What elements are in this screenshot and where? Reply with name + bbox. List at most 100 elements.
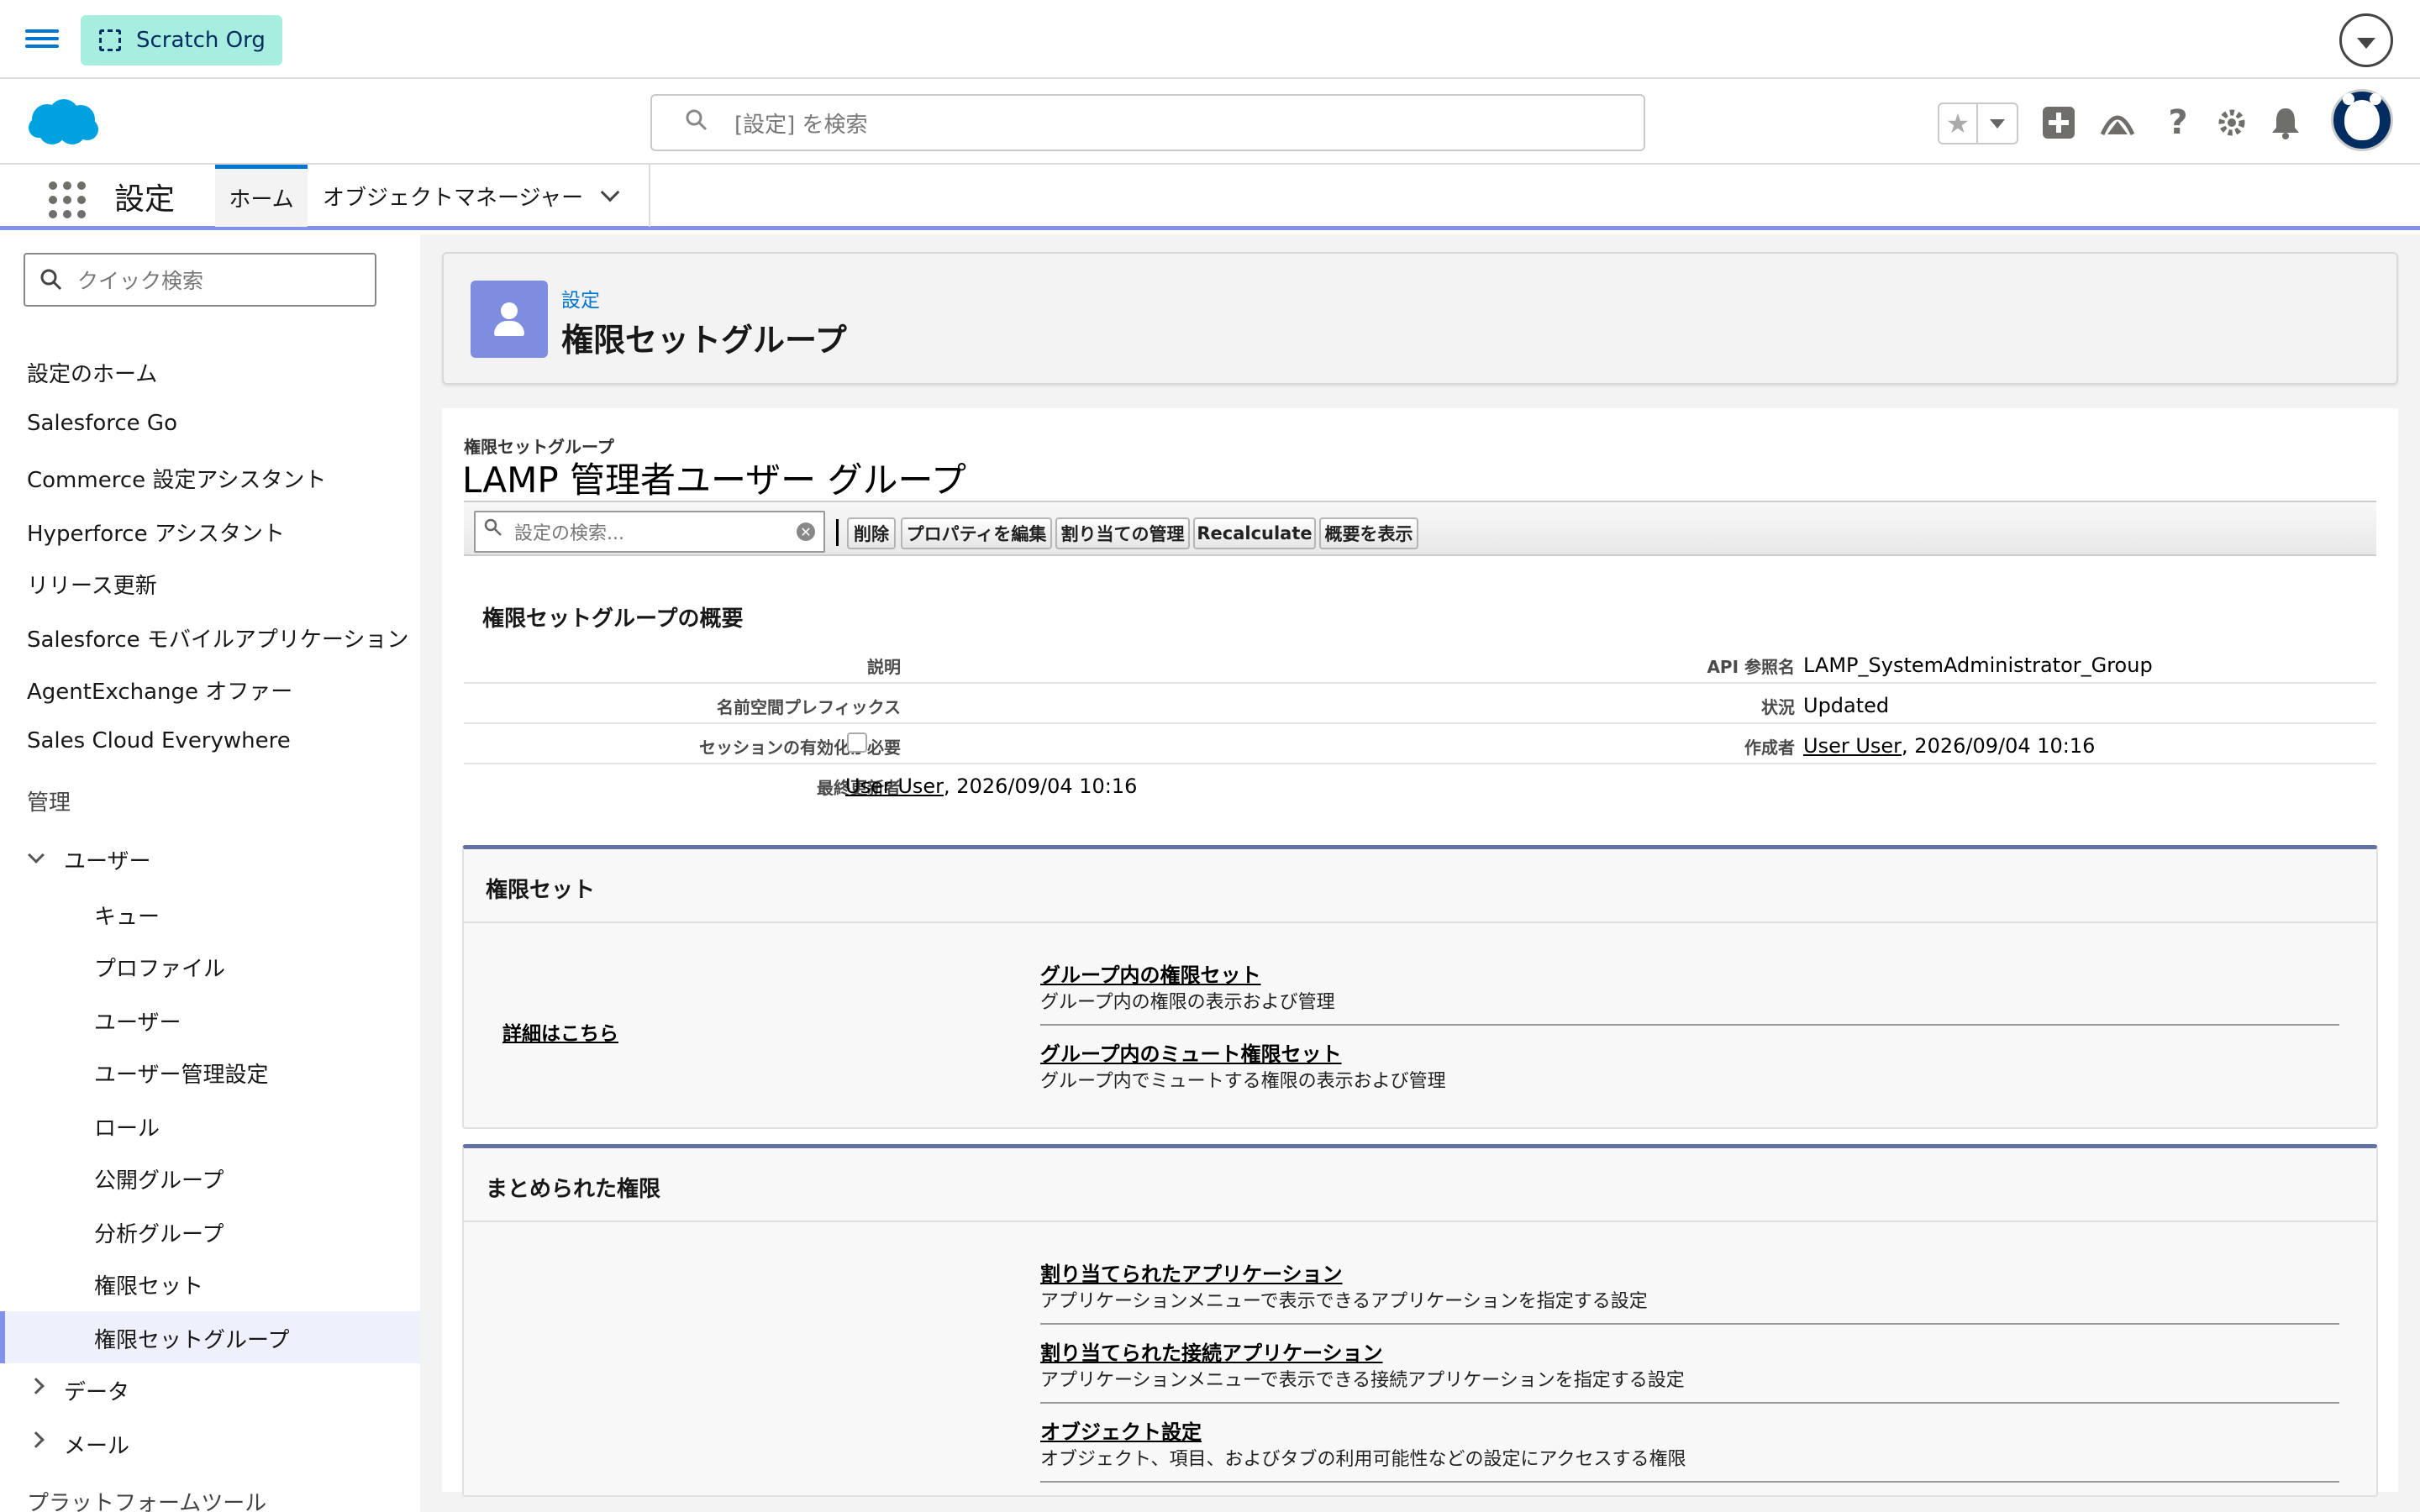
search-icon: [484, 518, 502, 536]
user-avatar[interactable]: [2331, 89, 2393, 151]
quick-find-input[interactable]: クイック検索: [24, 253, 376, 307]
last-modified-user-link[interactable]: User User: [845, 774, 944, 798]
sidebar-section-admin: 管理: [27, 790, 71, 816]
view-summary-button[interactable]: 概要を表示: [1319, 517, 1418, 549]
sidebar-item-analytics-groups[interactable]: 分析グループ: [94, 1217, 224, 1248]
tab-object-manager[interactable]: オブジェクトマネージャー: [311, 165, 650, 227]
section-title: まとめられた権限: [486, 1177, 661, 1202]
trailhead-icon[interactable]: [2096, 101, 2139, 144]
assigned-connected-apps-link[interactable]: 割り当てられた接続アプリケーション: [1040, 1336, 1383, 1366]
settings-search-input[interactable]: 設定の検索... ✕: [474, 511, 825, 553]
sidebar-item-commerce-assistant[interactable]: Commerce 設定アシスタント: [27, 463, 326, 494]
scratch-org-icon: [99, 29, 121, 51]
breadcrumb[interactable]: 設定: [561, 284, 600, 312]
section-header: まとめられた権限: [464, 1148, 2376, 1222]
field-value-status: Updated: [1803, 694, 1890, 717]
delete-button[interactable]: 削除: [847, 517, 896, 549]
user-icon: [471, 281, 548, 358]
app-launcher-icon[interactable]: [49, 181, 86, 218]
sidebar-item-permission-sets[interactable]: 権限セット: [94, 1269, 203, 1300]
sidebar-item-release-updates[interactable]: リリース更新: [27, 569, 157, 600]
quick-find-placeholder: クイック検索: [77, 269, 204, 293]
combined-permissions-section: まとめられた権限 割り当てられたアプリケーション アプリケーションメニューで表示…: [462, 1144, 2378, 1497]
created-by-date: , 2026/09/04 10:16: [1902, 734, 2096, 758]
gear-icon[interactable]: [2210, 101, 2254, 144]
field-label-namespace-prefix: 名前空間プレフィックス: [717, 697, 901, 717]
field-value-last-modified-by: User User, 2026/09/04 10:16: [845, 774, 1137, 798]
chevron-down-icon[interactable]: [28, 847, 45, 864]
chevron-right-icon[interactable]: [28, 1378, 45, 1394]
field-label-api-name: API 参照名: [1707, 657, 1795, 677]
link-description: オブジェクト、項目、およびタブの利用可能性などの設定にアクセスする権限: [1040, 1449, 1686, 1470]
permission-sets-in-group-link[interactable]: グループ内の権限セット: [1040, 958, 1261, 988]
field-value-created-by: User User, 2026/09/04 10:16: [1803, 734, 2095, 758]
app-nav-bar: 設定 ホーム オブジェクトマネージャー: [0, 165, 2420, 230]
divider: [1040, 1481, 2339, 1483]
sidebar-group-users[interactable]: ユーザー: [64, 844, 150, 875]
page-title: 権限セットグループ: [561, 322, 847, 359]
last-modified-date: , 2026/09/04 10:16: [944, 774, 1138, 798]
sidebar-item-mobile-app[interactable]: Salesforce モバイルアプリケーション: [27, 622, 408, 654]
detail-row: 説明 API 参照名 LAMP_SystemAdministrator_Grou…: [464, 643, 2376, 684]
org-menu-dropdown-icon[interactable]: [2339, 13, 2393, 67]
divider: [1040, 1323, 2339, 1325]
object-settings-link[interactable]: オブジェクト設定: [1040, 1415, 1202, 1445]
help-icon[interactable]: ?: [2156, 101, 2200, 144]
favorites-dropdown-icon[interactable]: [1978, 104, 2017, 143]
salesforce-cloud-logo[interactable]: [27, 97, 99, 146]
section-header: 権限セット: [464, 849, 2376, 923]
divider: [1040, 1402, 2339, 1404]
sidebar-item-agentexchange[interactable]: AgentExchange オファー: [27, 675, 292, 706]
toolbar-separator: [836, 519, 839, 546]
sidebar-group-mail[interactable]: メール: [64, 1429, 129, 1460]
sidebar-item-roles[interactable]: ロール: [94, 1111, 160, 1142]
chevron-right-icon[interactable]: [28, 1431, 45, 1448]
assigned-apps-link[interactable]: 割り当てられたアプリケーション: [1040, 1257, 1343, 1287]
sidebar-item-setup-home[interactable]: 設定のホーム: [27, 357, 157, 388]
bell-icon[interactable]: [2264, 101, 2307, 144]
star-icon[interactable]: ★: [1939, 104, 1978, 143]
setup-sidebar: クイック検索 設定のホーム Salesforce Go Commerce 設定ア…: [0, 234, 420, 1512]
sidebar-item-sales-cloud-everywhere[interactable]: Sales Cloud Everywhere: [27, 728, 291, 753]
sidebar-item-permission-set-groups[interactable]: 権限セットグループ: [94, 1323, 289, 1354]
search-icon: [40, 269, 62, 291]
settings-search-placeholder: 設定の検索...: [514, 523, 624, 544]
sidebar-item-queues[interactable]: キュー: [94, 900, 160, 931]
app-name: 設定: [114, 182, 176, 217]
sidebar-item-user-management-settings[interactable]: ユーザー管理設定: [94, 1058, 268, 1089]
session-activation-checkbox: [847, 732, 867, 753]
field-label-status: 状況: [1761, 697, 1795, 717]
search-placeholder: [設定] を検索: [734, 112, 868, 138]
menu-icon[interactable]: [25, 25, 59, 55]
muted-permission-sets-link[interactable]: グループ内のミュート権限セット: [1040, 1037, 1342, 1067]
link-description: グループ内の権限の表示および管理: [1040, 992, 1335, 1013]
created-by-user-link[interactable]: User User: [1803, 734, 1902, 758]
sidebar-item-users[interactable]: ユーザー: [94, 1005, 181, 1037]
global-search-input[interactable]: [設定] を検索: [650, 94, 1645, 151]
clear-icon[interactable]: ✕: [797, 522, 815, 541]
org-indicator[interactable]: Scratch Org: [81, 15, 282, 66]
recalculate-button[interactable]: Recalculate: [1193, 517, 1316, 549]
link-description: グループ内でミュートする権限の表示および管理: [1040, 1071, 1446, 1092]
sidebar-item-profiles[interactable]: プロファイル: [94, 952, 225, 983]
field-label-description: 説明: [867, 657, 901, 677]
org-bar: Scratch Org: [0, 0, 2420, 79]
sidebar-group-data[interactable]: データ: [64, 1375, 129, 1406]
detail-row: セッションの有効化が必要 作成者 User User, 2026/09/04 1…: [464, 724, 2376, 764]
detail-row: 最終更新者 User User, 2026/09/04 10:16: [464, 764, 2376, 805]
record-content: 権限セットグループ LAMP 管理者ユーザー グループ 設定の検索... ✕ 削…: [442, 408, 2398, 1497]
edit-properties-button[interactable]: プロパティを編集: [901, 517, 1052, 549]
chevron-down-icon[interactable]: [600, 182, 620, 202]
learn-more-link[interactable]: 詳細はこちら: [502, 1017, 618, 1046]
tab-object-manager-label: オブジェクトマネージャー: [323, 185, 584, 211]
tab-home[interactable]: ホーム: [215, 165, 308, 227]
org-label: Scratch Org: [136, 28, 266, 53]
favorites-button[interactable]: ★: [1938, 102, 2018, 144]
manage-assignments-button[interactable]: 割り当ての管理: [1055, 517, 1190, 549]
sidebar-item-public-groups[interactable]: 公開グループ: [94, 1163, 224, 1194]
add-icon[interactable]: [2037, 101, 2081, 144]
field-label-session-activation: セッションの有効化が必要: [699, 738, 901, 758]
sidebar-item-salesforce-go[interactable]: Salesforce Go: [27, 411, 177, 436]
sidebar-item-hyperforce-assistant[interactable]: Hyperforce アシスタント: [27, 517, 285, 548]
page-header: 設定 権限セットグループ: [442, 252, 2398, 385]
